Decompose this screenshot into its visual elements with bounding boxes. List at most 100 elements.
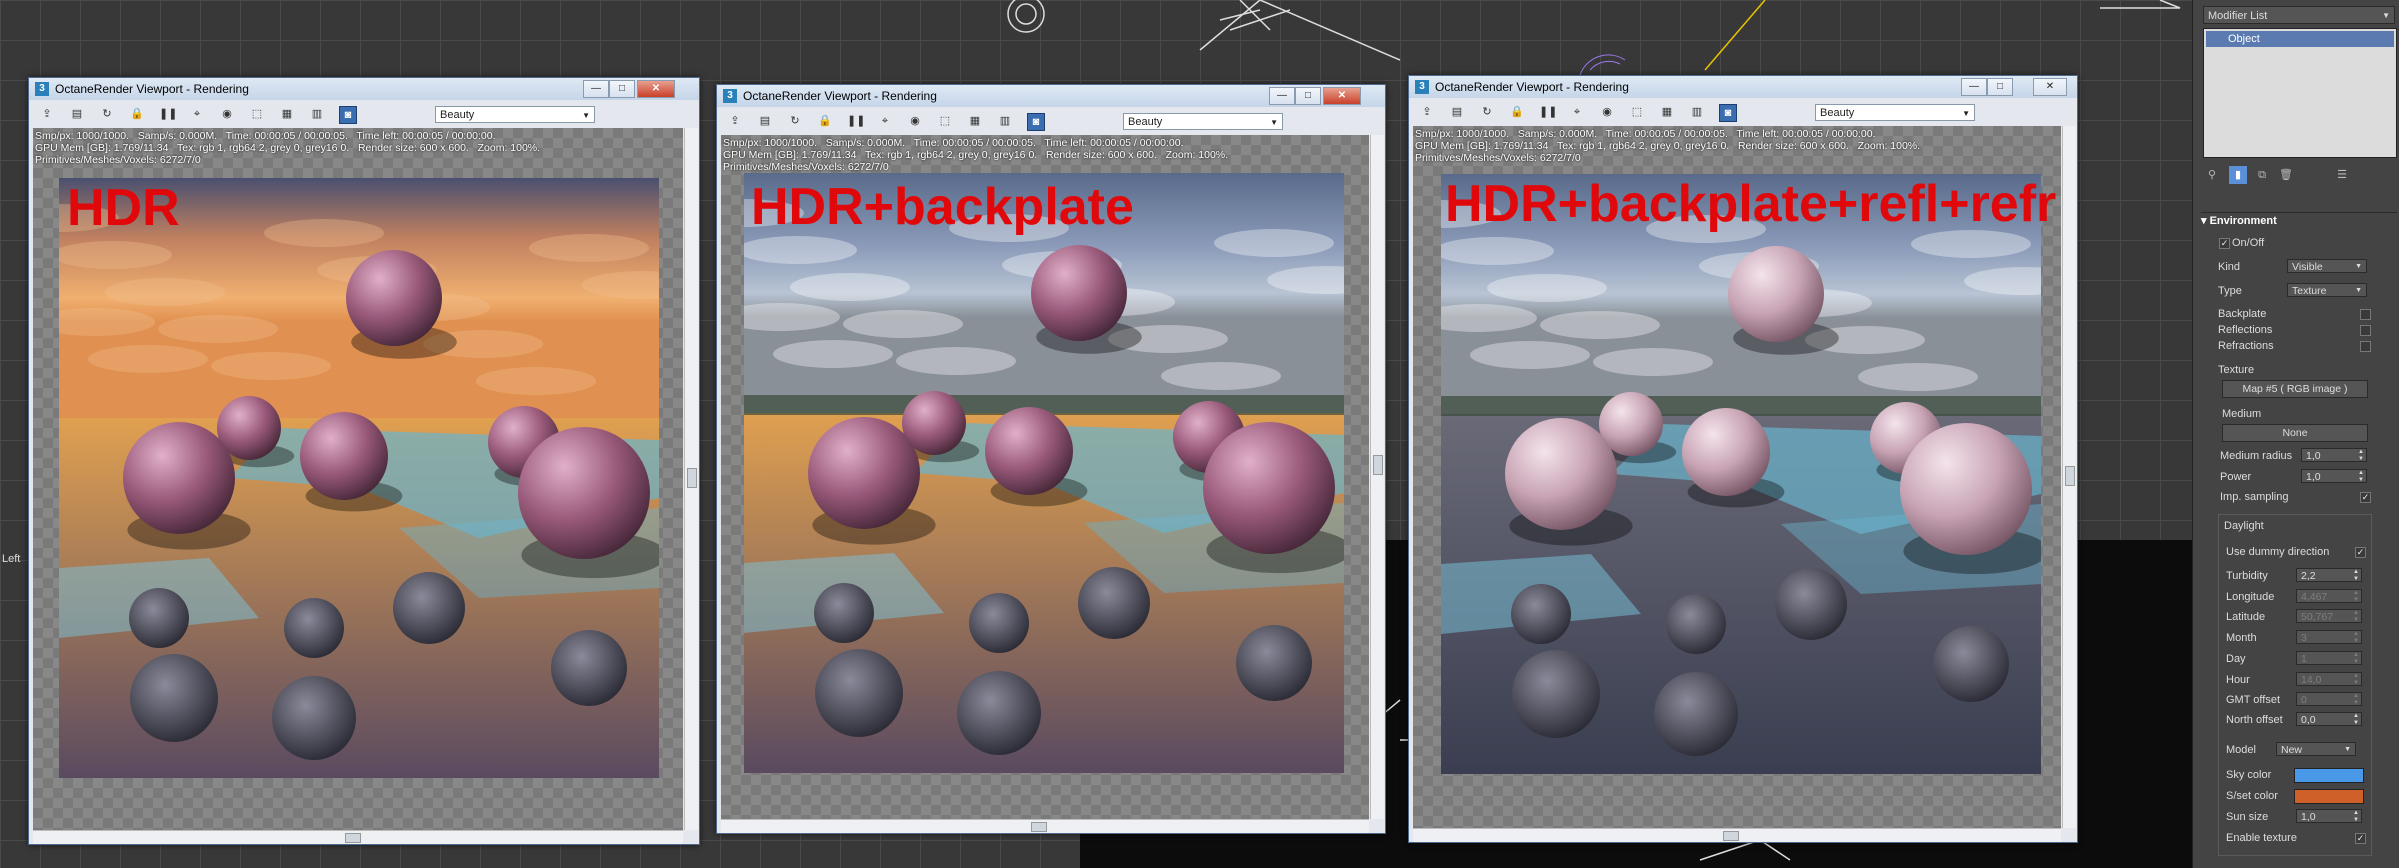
lock-icon[interactable]: 🔒 [817,113,833,129]
make-unique-icon[interactable]: ⧉ [2253,166,2271,184]
restart-icon[interactable]: ↻ [99,106,115,122]
render-pass-dropdown[interactable]: Beauty ▼ [1123,113,1283,130]
month-spinner[interactable]: 3 ▲ ▼ [2296,630,2362,644]
close-button[interactable]: ✕ [637,80,675,98]
render-pass-dropdown[interactable]: Beauty ▼ [435,106,595,123]
render-window-full[interactable]: 3 OctaneRender Viewport - Rendering — □ … [1408,75,2078,843]
restart-icon[interactable]: ↻ [787,113,803,129]
region-icon[interactable]: ⬚ [937,113,953,129]
power-label: Power [2220,471,2252,483]
dummy-direction-label: Use dummy direction [2226,546,2330,558]
horizontal-scrollbar[interactable] [1413,828,2061,842]
close-button[interactable]: ✕ [2033,78,2067,96]
imp-sampling-checkbox[interactable]: ✓ [2360,492,2371,503]
onoff-checkbox[interactable]: ✓ [2219,238,2230,249]
focus-picker-icon[interactable]: ⌖ [877,113,893,129]
horizontal-scrollbar[interactable] [33,830,683,844]
turbidity-spinner[interactable]: 2,2 ▲ ▼ [2296,568,2362,582]
send-scene-icon[interactable]: ⇪ [727,113,743,129]
film-icon[interactable]: ▦ [279,106,295,122]
render-area[interactable]: Smp/px: 1000/1000. Samp/s: 0.000M. Time:… [721,135,1369,819]
camera-icon[interactable]: ◙ [339,106,357,124]
send-scene-icon[interactable]: ⇪ [1419,104,1435,120]
longitude-spinner[interactable]: 4,467 ▲ ▼ [2296,589,2362,603]
minimize-button[interactable]: — [1269,87,1295,105]
modifier-stack-item[interactable]: Object [2206,31,2394,47]
pause-icon[interactable]: ❚❚ [159,106,177,122]
pause-icon[interactable]: ❚❚ [1539,104,1557,120]
save-image-icon[interactable]: ▤ [1449,104,1465,120]
daylight-label: Daylight [2224,520,2264,532]
remove-modifier-icon[interactable]: 🗑 [2277,166,2295,184]
modifier-stack[interactable]: Object [2203,28,2397,158]
show-end-result-icon[interactable]: ▮ [2229,166,2247,184]
refractions-checkbox[interactable] [2360,341,2371,352]
save-image-icon[interactable]: ▤ [69,106,85,122]
window-titlebar[interactable]: 3 OctaneRender Viewport - Rendering — □ … [29,78,699,100]
sky-color-swatch[interactable] [2294,768,2364,783]
minimize-button[interactable]: — [583,80,609,98]
render-image [744,173,1344,773]
environment-rollout-header[interactable]: ▾ Environment [2201,212,2397,229]
render-window-backplate[interactable]: 3 OctaneRender Viewport - Rendering — □ … [716,84,1386,834]
passes-icon[interactable]: ▥ [1689,104,1705,120]
model-dropdown[interactable]: New ▼ [2276,742,2356,756]
configure-sets-icon[interactable]: ☰ [2333,166,2351,184]
vertical-scrollbar[interactable] [1370,135,1384,819]
gmt-offset-spinner[interactable]: 0 ▲ ▼ [2296,692,2362,706]
sun-size-spinner[interactable]: 1,0 ▲ ▼ [2296,809,2362,823]
window-titlebar[interactable]: 3 OctaneRender Viewport - Rendering — □ … [717,85,1385,107]
camera-icon[interactable]: ◙ [1719,104,1737,122]
vertical-scrollbar[interactable] [2062,126,2076,828]
render-pass-dropdown[interactable]: Beauty ▼ [1815,104,1975,121]
color-picker-icon[interactable]: ◉ [907,113,923,129]
restart-icon[interactable]: ↻ [1479,104,1495,120]
power-spinner[interactable]: 1,0 ▲ ▼ [2301,469,2367,483]
maximize-button[interactable]: □ [609,80,635,98]
render-area[interactable]: Smp/px: 1000/1000. Samp/s: 0.000M. Time:… [1413,126,2061,828]
app-icon: 3 [35,82,49,96]
maximize-button[interactable]: □ [1987,78,2013,96]
region-icon[interactable]: ⬚ [1629,104,1645,120]
color-picker-icon[interactable]: ◉ [1599,104,1615,120]
lock-icon[interactable]: 🔒 [129,106,145,122]
film-icon[interactable]: ▦ [1659,104,1675,120]
color-picker-icon[interactable]: ◉ [219,106,235,122]
render-area[interactable]: Smp/px: 1000/1000. Samp/s: 0.000M. Time:… [33,128,683,830]
north-offset-spinner[interactable]: 0,0 ▲ ▼ [2296,712,2362,726]
camera-icon[interactable]: ◙ [1027,113,1045,131]
day-spinner[interactable]: 1 ▲ ▼ [2296,651,2362,665]
passes-icon[interactable]: ▥ [309,106,325,122]
close-button[interactable]: ✕ [1323,87,1361,105]
enable-texture-checkbox[interactable]: ✓ [2355,833,2366,844]
reflections-checkbox[interactable] [2360,325,2371,336]
latitude-spinner[interactable]: 50,767 ▲ ▼ [2296,609,2362,623]
focus-picker-icon[interactable]: ⌖ [1569,104,1585,120]
pause-icon[interactable]: ❚❚ [847,113,865,129]
horizontal-scrollbar[interactable] [721,819,1369,833]
save-image-icon[interactable]: ▤ [757,113,773,129]
modifier-list-dropdown[interactable]: Modifier List ▼ [2203,6,2395,24]
kind-dropdown[interactable]: Visible ▼ [2287,259,2367,273]
sunset-color-swatch[interactable] [2294,789,2364,804]
vertical-scrollbar[interactable] [684,128,698,830]
type-dropdown[interactable]: Texture ▼ [2287,283,2367,297]
lock-icon[interactable]: 🔒 [1509,104,1525,120]
medium-button[interactable]: None [2222,424,2368,442]
texture-map-button[interactable]: Map #5 ( RGB image ) [2222,380,2368,398]
window-titlebar[interactable]: 3 OctaneRender Viewport - Rendering — □ … [1409,76,2077,98]
day-label: Day [2226,653,2246,665]
render-window-hdr[interactable]: 3 OctaneRender Viewport - Rendering — □ … [28,77,700,845]
hour-spinner[interactable]: 14,0 ▲ ▼ [2296,672,2362,686]
pin-icon[interactable]: ⚲ [2203,166,2221,184]
medium-radius-spinner[interactable]: 1,0 ▲ ▼ [2301,448,2367,462]
maximize-button[interactable]: □ [1295,87,1321,105]
passes-icon[interactable]: ▥ [997,113,1013,129]
region-icon[interactable]: ⬚ [249,106,265,122]
send-scene-icon[interactable]: ⇪ [39,106,55,122]
focus-picker-icon[interactable]: ⌖ [189,106,205,122]
minimize-button[interactable]: — [1961,78,1987,96]
dummy-direction-checkbox[interactable]: ✓ [2355,547,2366,558]
film-icon[interactable]: ▦ [967,113,983,129]
backplate-checkbox[interactable] [2360,309,2371,320]
